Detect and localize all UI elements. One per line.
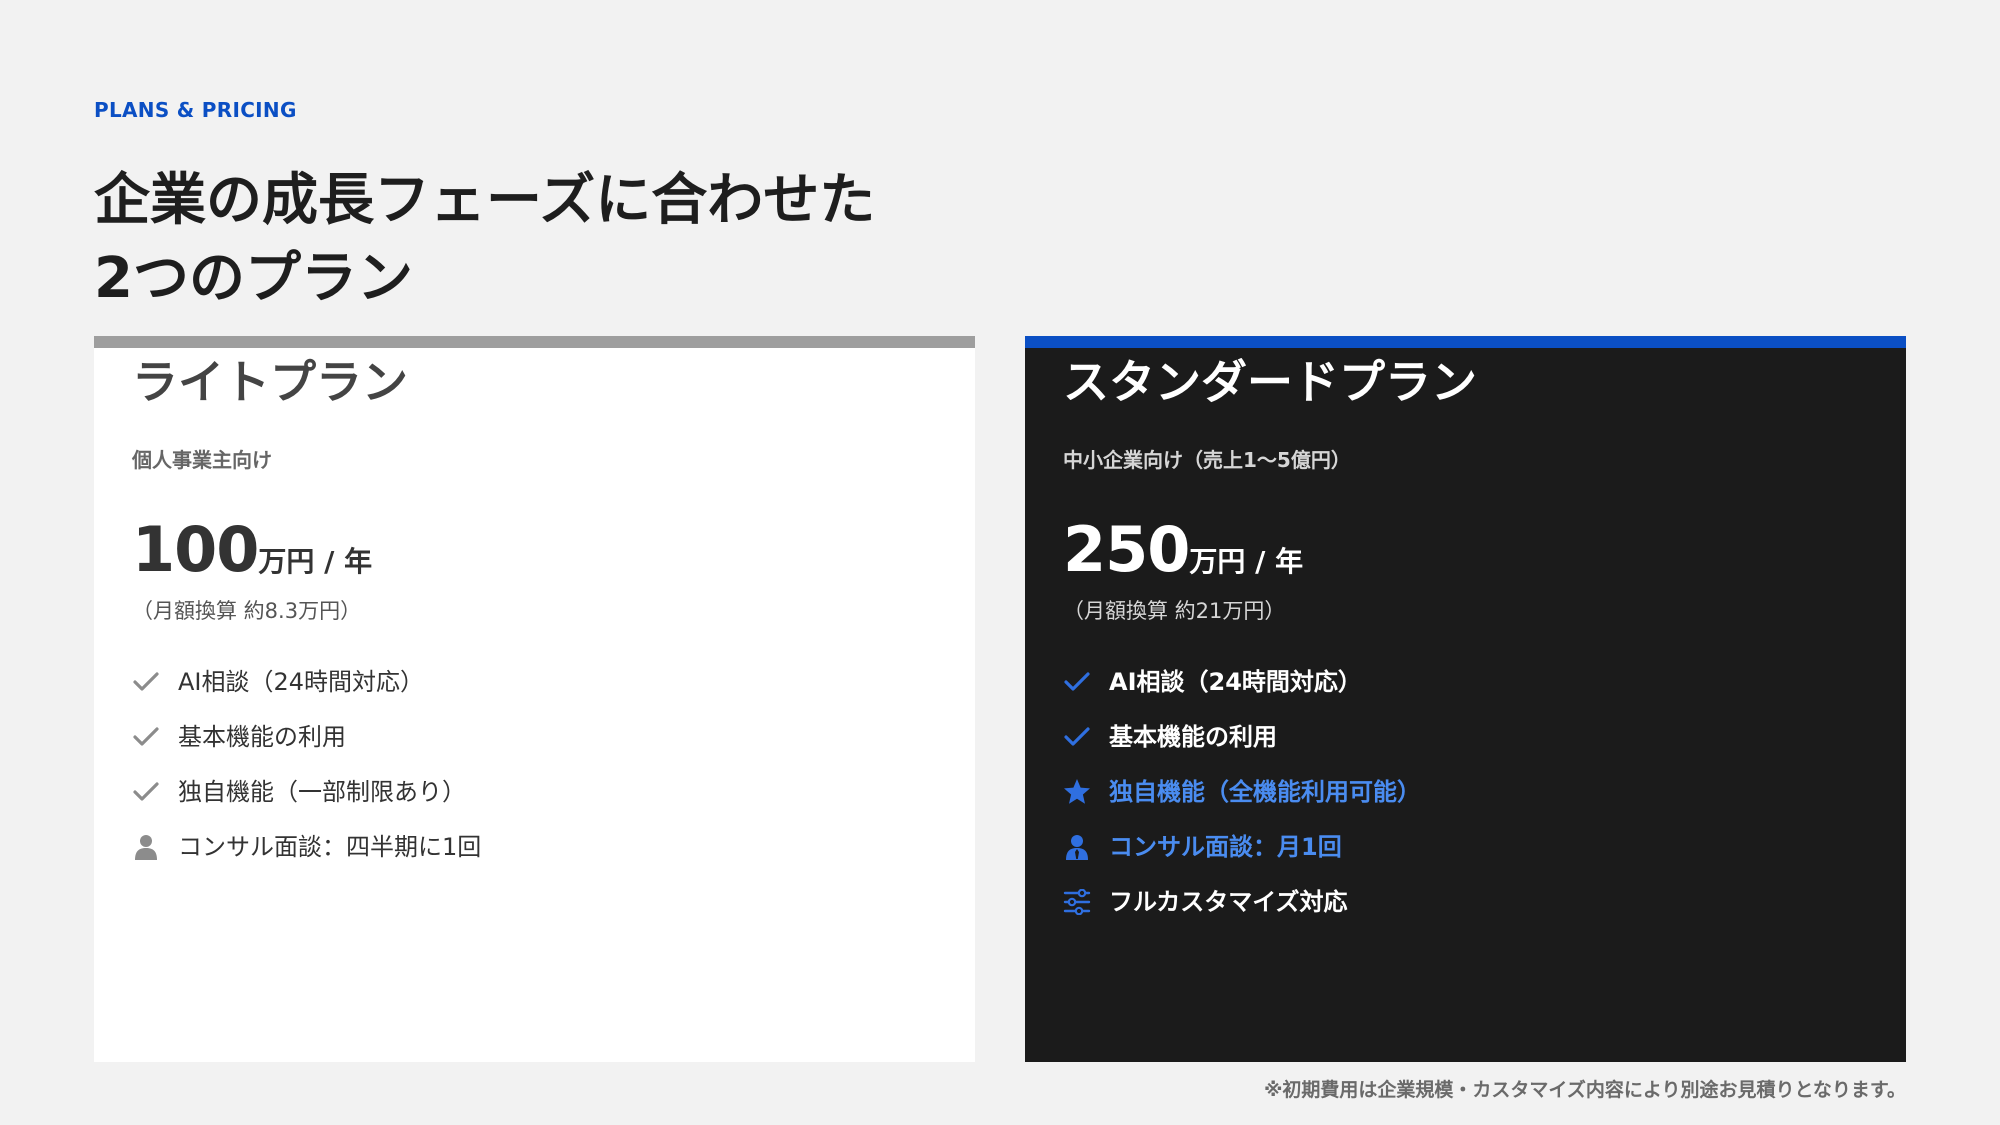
feature-item: コンサル面談：四半期に1回 [132, 819, 481, 874]
feature-item: 独自機能（一部制限あり） [132, 764, 481, 819]
feature-item: AI相談（24時間対応） [1063, 654, 1421, 709]
light-plan-card: ライトプラン 個人事業主向け 100万円 / 年 （月額換算 約8.3万円） A… [94, 336, 975, 1062]
user-tie-icon [1063, 833, 1091, 861]
plan-name: ライトプラン [132, 355, 408, 409]
price-unit: 万円 / 年 [1189, 545, 1304, 578]
feature-list: AI相談（24時間対応） 基本機能の利用 独自機能（一部制限あり） コンサル面談… [132, 654, 481, 874]
page-title: 企業の成長フェーズに合わせた 2つのプラン [94, 162, 1094, 318]
feature-item: 独自機能（全機能利用可能） [1063, 764, 1421, 819]
sliders-icon [1063, 888, 1091, 916]
check-icon [1063, 668, 1091, 696]
standard-plan-card: スタンダードプラン 中小企業向け（売上1〜5億円） 250万円 / 年 （月額換… [1025, 336, 1906, 1062]
check-icon [132, 778, 160, 806]
feature-item: フルカスタマイズ対応 [1063, 874, 1421, 929]
feature-label: 独自機能（全機能利用可能） [1109, 777, 1421, 806]
feature-item: 基本機能の利用 [1063, 709, 1421, 764]
price-amount: 250 [1063, 513, 1190, 586]
section-eyebrow: PLANS & PRICING [94, 98, 297, 122]
feature-label: 基本機能の利用 [178, 722, 346, 751]
feature-label: コンサル面談：月1回 [1109, 832, 1342, 861]
feature-label: コンサル面談：四半期に1回 [178, 832, 482, 861]
feature-label: AI相談（24時間対応） [178, 667, 425, 696]
feature-label: 基本機能の利用 [1109, 722, 1277, 751]
plan-price: 250万円 / 年 [1063, 510, 1303, 590]
feature-item: 基本機能の利用 [132, 709, 481, 764]
feature-item: AI相談（24時間対応） [132, 654, 481, 709]
page-title-line-1: 企業の成長フェーズに合わせた [94, 168, 876, 233]
monthly-price: （月額換算 約21万円） [1063, 599, 1286, 623]
person-icon [132, 833, 160, 861]
price-amount: 100 [132, 513, 259, 586]
feature-label: 独自機能（一部制限あり） [178, 777, 466, 806]
monthly-price: （月額換算 約8.3万円） [132, 599, 362, 623]
feature-item: コンサル面談：月1回 [1063, 819, 1421, 874]
feature-label: フルカスタマイズ対応 [1109, 887, 1348, 916]
plan-name: スタンダードプラン [1063, 355, 1477, 409]
plan-target: 中小企業向け（売上1〜5億円） [1063, 448, 1351, 472]
check-icon [132, 668, 160, 696]
feature-list: AI相談（24時間対応） 基本機能の利用 独自機能（全機能利用可能） コンサル面… [1063, 654, 1421, 929]
star-icon [1063, 778, 1091, 806]
check-icon [132, 723, 160, 751]
page-title-line-2: 2つのプラン [94, 246, 413, 311]
plan-target: 個人事業主向け [132, 448, 272, 472]
check-icon [1063, 723, 1091, 751]
pricing-footnote: ※初期費用は企業規模・カスタマイズ内容により別途お見積りとなります。 [1263, 1079, 1906, 1101]
plan-price: 100万円 / 年 [132, 510, 372, 590]
price-unit: 万円 / 年 [258, 545, 373, 578]
feature-label: AI相談（24時間対応） [1109, 667, 1362, 696]
